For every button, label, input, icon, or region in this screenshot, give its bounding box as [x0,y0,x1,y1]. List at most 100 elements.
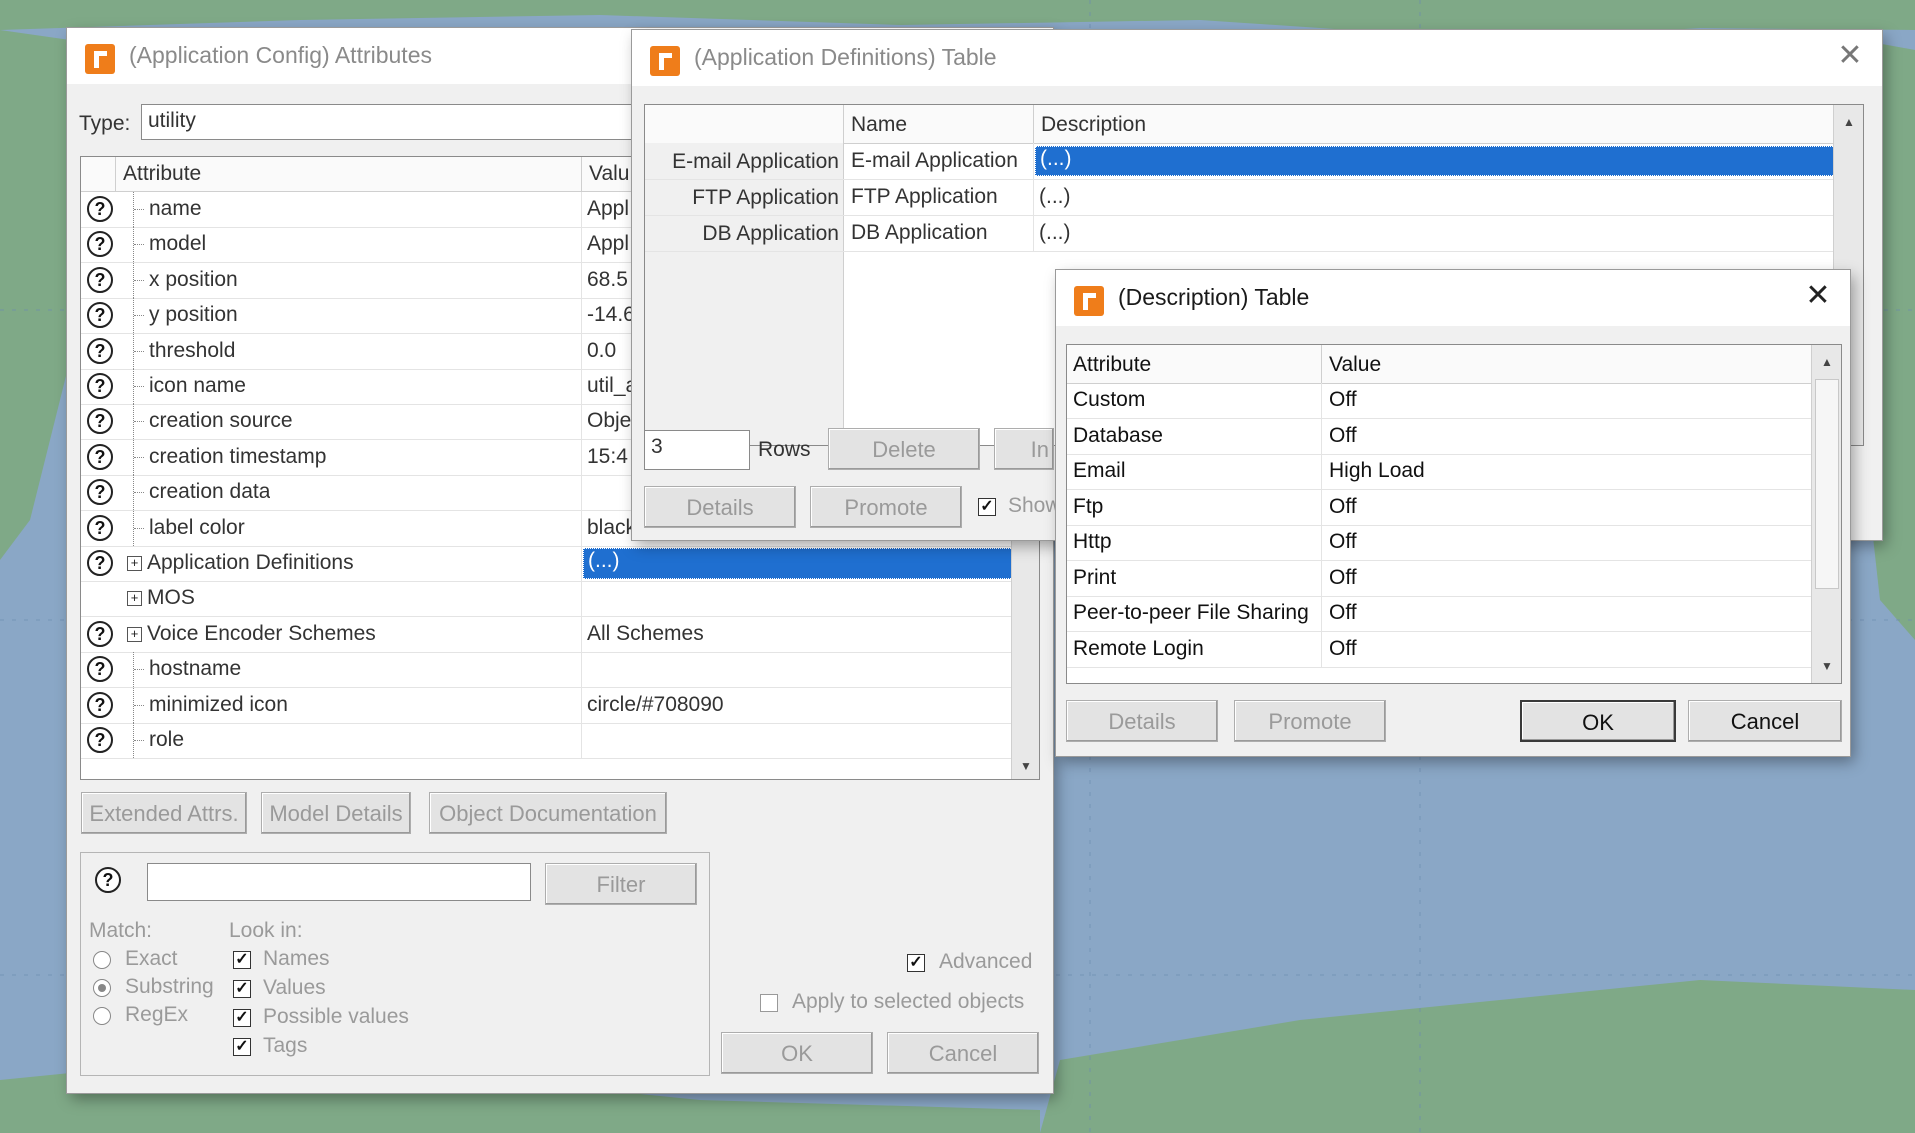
column-header-attribute[interactable]: Attribute [1073,353,1151,377]
app-definition-row[interactable]: DB Application DB Application (...) [645,215,1833,252]
model-details-button[interactable]: Model Details [261,792,411,834]
app-definition-description[interactable]: (...) [1039,185,1071,209]
show-label[interactable]: Show [1008,494,1061,518]
filter-button[interactable]: Filter [545,863,697,905]
app-definition-name[interactable]: E-mail Application [851,149,1018,173]
look-in-tags-label[interactable]: Tags [263,1034,307,1058]
rows-count-field[interactable]: 3 [644,430,750,470]
look-in-names-checkbox[interactable]: ✓ [233,951,251,969]
insert-row-button[interactable]: In [994,428,1054,470]
match-substring-radio[interactable] [93,979,111,997]
description-value[interactable]: Off [1329,601,1357,625]
scroll-thumb[interactable] [1815,379,1839,589]
help-icon[interactable]: ? [87,479,113,506]
help-icon[interactable]: ? [87,302,113,329]
help-icon[interactable]: ? [87,231,113,258]
delete-row-button[interactable]: Delete [828,428,980,470]
description-row[interactable]: Custom Off [1067,383,1811,419]
scroll-up-arrow-icon[interactable]: ▲ [1834,111,1863,133]
scroll-down-arrow-icon[interactable]: ▼ [1012,755,1039,777]
description-value[interactable]: Off [1329,566,1357,590]
match-regex-radio[interactable] [93,1007,111,1025]
attributes-cancel-button[interactable]: Cancel [887,1032,1039,1074]
look-in-tags-checkbox[interactable]: ✓ [233,1038,251,1056]
look-in-names-label[interactable]: Names [263,947,330,971]
scroll-down-arrow-icon[interactable]: ▼ [1812,655,1841,677]
description-row[interactable]: Ftp Off [1067,489,1811,526]
column-header-description[interactable]: Description [1041,113,1146,137]
description-value[interactable]: High Load [1329,459,1425,483]
description-row[interactable]: Remote Login Off [1067,631,1811,668]
close-icon[interactable]: ✕ [1836,41,1864,71]
details-button[interactable]: Details [644,486,796,528]
description-value[interactable]: Off [1329,530,1357,554]
help-icon[interactable]: ? [87,196,113,222]
description-value[interactable]: Off [1329,424,1357,448]
app-definitions-titlebar[interactable]: (Application Definitions) Table ✕ [632,30,1882,86]
advanced-label[interactable]: Advanced [939,950,1032,974]
help-icon[interactable]: ? [87,373,113,399]
description-scrollbar[interactable]: ▲ ▼ [1811,345,1841,683]
close-icon[interactable]: ✕ [1804,281,1832,311]
expand-icon[interactable]: + [127,591,142,607]
extended-attrs-button[interactable]: Extended Attrs. [81,792,247,834]
attribute-value[interactable]: circle/#708090 [587,693,1007,717]
match-exact-radio[interactable] [93,951,111,969]
match-exact-label[interactable]: Exact [125,947,178,971]
description-value[interactable]: Off [1329,495,1357,519]
apply-to-selected-checkbox[interactable] [760,994,778,1012]
apply-to-selected-label[interactable]: Apply to selected objects [792,990,1024,1014]
attribute-value[interactable]: (...) [583,548,1013,579]
row-header[interactable]: FTP Application [692,186,839,210]
help-icon[interactable]: ? [87,514,113,541]
column-header-value[interactable]: Value [1329,353,1381,377]
description-cancel-button[interactable]: Cancel [1688,700,1842,742]
help-icon[interactable]: ? [87,727,113,753]
scroll-up-arrow-icon[interactable]: ▲ [1812,351,1841,373]
description-row[interactable]: Print Off [1067,560,1811,597]
description-titlebar[interactable]: (Description) Table ✕ [1056,270,1850,326]
app-definition-name[interactable]: FTP Application [851,185,998,209]
help-icon[interactable]: ? [87,443,113,470]
attribute-row[interactable]: ? role [81,723,1011,759]
column-header-value[interactable]: Valu [589,162,629,186]
look-in-values-checkbox[interactable]: ✓ [233,980,251,998]
show-checkbox[interactable]: ✓ [978,498,996,516]
match-substring-label[interactable]: Substring [125,975,214,999]
match-regex-label[interactable]: RegEx [125,1003,188,1027]
row-header[interactable]: E-mail Application [672,150,839,174]
help-icon[interactable]: ? [87,550,113,576]
description-row[interactable]: Database Off [1067,418,1811,455]
promote-button[interactable]: Promote [810,486,962,528]
help-icon[interactable]: ? [87,691,113,718]
column-header-attribute[interactable]: Attribute [123,162,201,186]
look-in-possible-values-checkbox[interactable]: ✓ [233,1009,251,1027]
help-icon[interactable]: ? [87,620,113,647]
description-value[interactable]: Off [1329,388,1357,412]
app-definition-row[interactable]: FTP Application FTP Application (...) [645,179,1833,216]
attributes-ok-button[interactable]: OK [721,1032,873,1074]
description-row[interactable]: Http Off [1067,525,1811,561]
expand-icon[interactable]: + [127,556,142,571]
description-details-button[interactable]: Details [1066,700,1218,742]
description-promote-button[interactable]: Promote [1234,700,1386,742]
description-value[interactable]: Off [1329,637,1357,661]
attribute-value[interactable]: All Schemes [587,622,1007,646]
attribute-row[interactable]: ? hostname [81,652,1011,689]
object-documentation-button[interactable]: Object Documentation [429,792,667,834]
advanced-checkbox[interactable]: ✓ [907,954,925,972]
attribute-row[interactable]: ? minimized icon circle/#708090 [81,687,1011,724]
app-definition-name[interactable]: DB Application [851,221,988,245]
filter-input[interactable] [147,863,531,901]
description-ok-button[interactable]: OK [1520,700,1676,742]
type-field[interactable]: utility [141,104,701,140]
row-header[interactable]: DB Application [702,222,839,246]
attribute-row[interactable]: ? + Application Definitions (...) [81,546,1013,582]
look-in-possible-values-label[interactable]: Possible values [263,1005,409,1029]
app-definition-description[interactable]: (...) [1035,146,1835,176]
filter-help-icon[interactable]: ? [95,867,121,893]
look-in-values-label[interactable]: Values [263,976,326,1000]
description-row[interactable]: Peer-to-peer File Sharing Off [1067,596,1811,632]
help-icon[interactable]: ? [87,266,113,293]
help-icon[interactable]: ? [87,337,113,364]
